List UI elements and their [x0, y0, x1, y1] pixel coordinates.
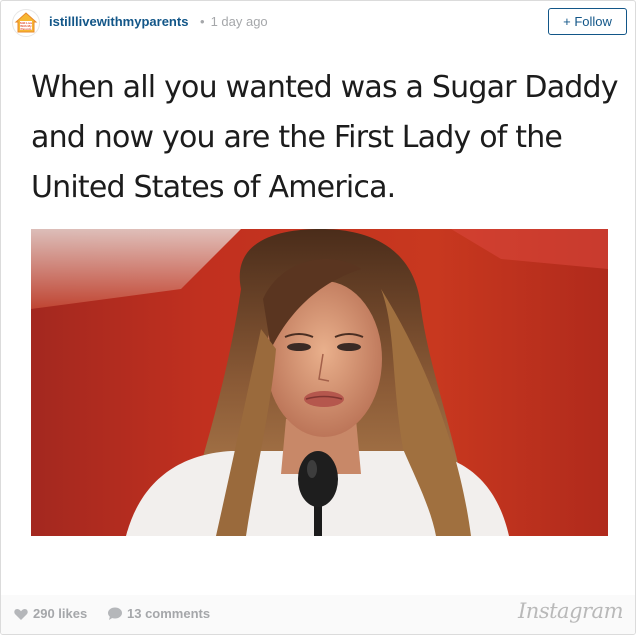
comments-count[interactable]: 13 comments	[108, 606, 210, 621]
post-card: Still Live With My Parents istilllivewit…	[0, 0, 636, 635]
post-meta: • 1 day ago	[200, 14, 268, 29]
speech-bubble-icon	[108, 607, 122, 620]
post-footer: 290 likes 13 comments Instagram	[1, 595, 635, 634]
comments-label: 13 comments	[127, 606, 211, 621]
post-header: Still Live With My Parents istilllivewit…	[1, 1, 635, 45]
timestamp[interactable]: 1 day ago	[211, 14, 268, 29]
separator-dot: •	[200, 14, 205, 29]
meme-photo	[31, 229, 608, 536]
likes-count[interactable]: 290 likes	[14, 606, 87, 621]
post-image: When all you wanted was a Sugar Daddy an…	[1, 45, 635, 595]
meme-caption: When all you wanted was a Sugar Daddy an…	[31, 70, 619, 205]
username-link[interactable]: istilllivewithmyparents	[49, 14, 188, 29]
heart-icon	[14, 608, 28, 620]
svg-text:Parents: Parents	[20, 27, 31, 31]
likes-label: 290 likes	[33, 606, 88, 621]
avatar[interactable]: Still Live With My Parents	[12, 9, 40, 37]
follow-button[interactable]: + Follow	[548, 8, 627, 35]
instagram-logo[interactable]: Instagram	[518, 599, 623, 623]
